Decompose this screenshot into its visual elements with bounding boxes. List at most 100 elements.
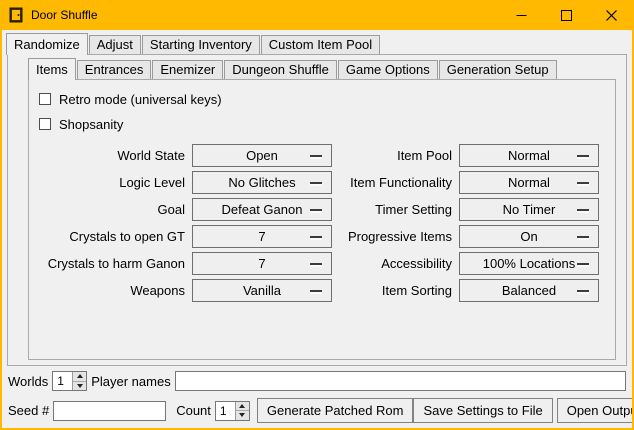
worlds-spinner[interactable] bbox=[52, 371, 87, 391]
worlds-up-button[interactable] bbox=[73, 372, 86, 382]
tab-custom-item-pool[interactable]: Custom Item Pool bbox=[261, 35, 380, 54]
tab-starting-inventory[interactable]: Starting Inventory bbox=[142, 35, 260, 54]
checkbox-box[interactable] bbox=[39, 118, 51, 130]
spinner-arrows bbox=[72, 372, 86, 390]
item-functionality-label: Item Functionality bbox=[332, 175, 452, 190]
worlds-down-button[interactable] bbox=[73, 382, 86, 391]
window-title: Door Shuffle bbox=[31, 8, 499, 22]
weapons-label: Weapons bbox=[37, 283, 185, 298]
open-output-directory-button[interactable]: Open Output Directory bbox=[557, 398, 632, 423]
client-area: Randomize Adjust Starting Inventory Cust… bbox=[2, 30, 632, 428]
minimize-icon bbox=[516, 10, 527, 21]
item-sorting-dropdown[interactable]: Balanced bbox=[459, 279, 599, 302]
retro-mode-checkbox[interactable]: Retro mode (universal keys) bbox=[39, 89, 615, 109]
tab-enemizer[interactable]: Enemizer bbox=[152, 60, 223, 79]
crystals-harm-ganon-dropdown[interactable]: 7 bbox=[192, 252, 332, 275]
shopsanity-label: Shopsanity bbox=[59, 117, 123, 132]
tab-items[interactable]: Items bbox=[28, 58, 76, 80]
titlebar: Door Shuffle bbox=[0, 0, 634, 30]
app-icon bbox=[8, 7, 24, 23]
crystals-harm-ganon-label: Crystals to harm Ganon bbox=[37, 256, 185, 271]
dropdown-indicator-icon bbox=[310, 182, 322, 184]
tab-dungeon-shuffle[interactable]: Dungeon Shuffle bbox=[224, 60, 337, 79]
close-icon bbox=[606, 10, 617, 21]
timer-setting-label: Timer Setting bbox=[332, 202, 452, 217]
crystals-open-gt-dropdown[interactable]: 7 bbox=[192, 225, 332, 248]
world-state-label: World State bbox=[37, 148, 185, 163]
worlds-label: Worlds bbox=[8, 374, 48, 389]
dropdown-indicator-icon bbox=[310, 155, 322, 157]
spinner-arrows bbox=[235, 402, 249, 420]
generate-patched-rom-button[interactable]: Generate Patched Rom bbox=[257, 398, 414, 423]
items-tab-pane: Retro mode (universal keys) Shopsanity W… bbox=[28, 79, 616, 360]
settings-grid: World State Open Item Pool Normal Logic … bbox=[37, 144, 615, 302]
dropdown-indicator-icon bbox=[577, 209, 589, 211]
item-sorting-label: Item Sorting bbox=[332, 283, 452, 298]
up-arrow-icon bbox=[239, 404, 245, 408]
bottom-bar: Worlds Player names Seed # Count bbox=[2, 370, 632, 428]
dropdown-indicator-icon bbox=[310, 263, 322, 265]
seed-row: Seed # Count Generate Patched Rom Save S… bbox=[8, 398, 626, 423]
outer-tabstrip: Randomize Adjust Starting Inventory Cust… bbox=[2, 30, 632, 54]
seed-input[interactable] bbox=[53, 401, 166, 421]
progressive-items-dropdown[interactable]: On bbox=[459, 225, 599, 248]
dropdown-indicator-icon bbox=[577, 155, 589, 157]
item-pool-label: Item Pool bbox=[332, 148, 452, 163]
goal-label: Goal bbox=[37, 202, 185, 217]
accessibility-dropdown[interactable]: 100% Locations bbox=[459, 252, 599, 275]
player-names-input[interactable] bbox=[175, 371, 626, 391]
count-down-button[interactable] bbox=[236, 411, 249, 420]
checkbox-box[interactable] bbox=[39, 93, 51, 105]
seed-label: Seed # bbox=[8, 403, 49, 418]
count-spinner[interactable] bbox=[215, 401, 250, 421]
player-names-label: Player names bbox=[91, 374, 170, 389]
maximize-icon bbox=[561, 10, 572, 21]
field-row: Weapons Vanilla Item Sorting Balanced bbox=[37, 279, 615, 302]
progressive-items-label: Progressive Items bbox=[332, 229, 452, 244]
minimize-button[interactable] bbox=[499, 0, 544, 30]
field-row: Crystals to open GT 7 Progressive Items … bbox=[37, 225, 615, 248]
dropdown-indicator-icon bbox=[310, 290, 322, 292]
logic-level-dropdown[interactable]: No Glitches bbox=[192, 171, 332, 194]
close-button[interactable] bbox=[589, 0, 634, 30]
crystals-open-gt-label: Crystals to open GT bbox=[37, 229, 185, 244]
down-arrow-icon bbox=[77, 384, 83, 388]
worlds-row: Worlds Player names bbox=[8, 370, 626, 392]
dropdown-indicator-icon bbox=[577, 236, 589, 238]
door-shuffle-window: Door Shuffle Randomize Adjust Starting I… bbox=[0, 0, 634, 430]
maximize-button[interactable] bbox=[544, 0, 589, 30]
field-row: Goal Defeat Ganon Timer Setting No Timer bbox=[37, 198, 615, 221]
dropdown-indicator-icon bbox=[577, 263, 589, 265]
retro-mode-label: Retro mode (universal keys) bbox=[59, 92, 222, 107]
shopsanity-checkbox[interactable]: Shopsanity bbox=[39, 114, 615, 134]
item-functionality-dropdown[interactable]: Normal bbox=[459, 171, 599, 194]
tab-game-options[interactable]: Game Options bbox=[338, 60, 438, 79]
field-row: Crystals to harm Ganon 7 Accessibility 1… bbox=[37, 252, 615, 275]
count-label: Count bbox=[176, 403, 211, 418]
dropdown-indicator-icon bbox=[310, 209, 322, 211]
accessibility-label: Accessibility bbox=[332, 256, 452, 271]
worlds-input[interactable] bbox=[53, 372, 72, 390]
down-arrow-icon bbox=[239, 413, 245, 417]
item-pool-dropdown[interactable]: Normal bbox=[459, 144, 599, 167]
timer-setting-dropdown[interactable]: No Timer bbox=[459, 198, 599, 221]
dropdown-indicator-icon bbox=[310, 236, 322, 238]
field-row: Logic Level No Glitches Item Functionali… bbox=[37, 171, 615, 194]
logic-level-label: Logic Level bbox=[37, 175, 185, 190]
randomize-tab-pane: Items Entrances Enemizer Dungeon Shuffle… bbox=[7, 54, 627, 366]
dropdown-indicator-icon bbox=[577, 290, 589, 292]
count-input[interactable] bbox=[216, 402, 235, 420]
dropdown-indicator-icon bbox=[577, 182, 589, 184]
goal-dropdown[interactable]: Defeat Ganon bbox=[192, 198, 332, 221]
save-settings-button[interactable]: Save Settings to File bbox=[413, 398, 552, 423]
tab-generation-setup[interactable]: Generation Setup bbox=[439, 60, 557, 79]
tab-adjust[interactable]: Adjust bbox=[89, 35, 141, 54]
count-up-button[interactable] bbox=[236, 402, 249, 412]
up-arrow-icon bbox=[77, 374, 83, 378]
weapons-dropdown[interactable]: Vanilla bbox=[192, 279, 332, 302]
tab-randomize[interactable]: Randomize bbox=[6, 33, 88, 55]
inner-tabstrip: Items Entrances Enemizer Dungeon Shuffle… bbox=[28, 55, 626, 79]
field-row: World State Open Item Pool Normal bbox=[37, 144, 615, 167]
tab-entrances[interactable]: Entrances bbox=[77, 60, 152, 79]
world-state-dropdown[interactable]: Open bbox=[192, 144, 332, 167]
